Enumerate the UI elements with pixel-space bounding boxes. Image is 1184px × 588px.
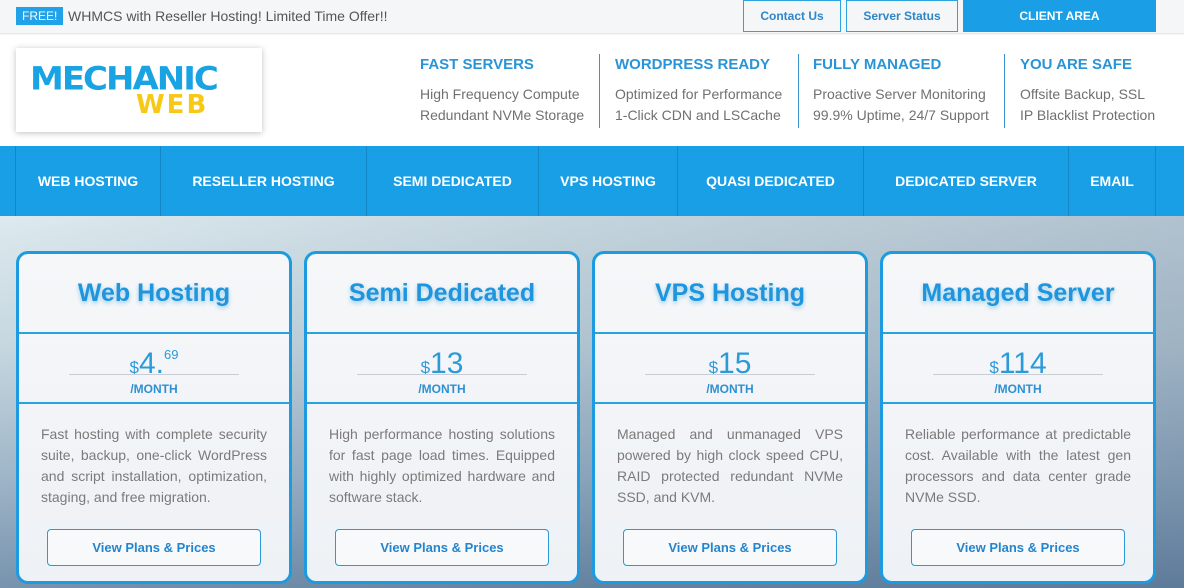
feature-fully-managed: FULLY MANAGED Proactive Server Monitorin… (813, 55, 989, 126)
plan-title: VPS Hosting (595, 254, 865, 334)
plan-card-managed-server: Managed Server $114 /MONTH Reliable perf… (880, 251, 1156, 584)
feature-you-are-safe: YOU ARE SAFE Offsite Backup, SSL IP Blac… (1020, 55, 1155, 126)
feature-title: FAST SERVERS (420, 56, 534, 73)
feature-line: IP Blacklist Protection (1020, 107, 1156, 123)
nav-vps-hosting[interactable]: VPS HOSTING (539, 146, 678, 216)
price-period: /MONTH (706, 382, 754, 396)
nav-dedicated-server[interactable]: DEDICATED SERVER (864, 146, 1069, 216)
plan-price: $114 /MONTH (883, 334, 1153, 404)
plan-description: High performance hosting solutions for f… (329, 426, 555, 505)
plan-price: $13 /MONTH (307, 334, 577, 404)
plan-card-web-hosting: Web Hosting $4.69 /MONTH Fast hosting wi… (16, 251, 292, 584)
price-divider (69, 374, 239, 375)
price-amount: 114 (998, 347, 1047, 380)
main-nav: WEB HOSTING RESELLER HOSTING SEMI DEDICA… (0, 146, 1184, 216)
price-amount: 4. (138, 347, 165, 380)
plan-card-semi-dedicated: Semi Dedicated $13 /MONTH High performan… (304, 251, 580, 584)
feature-title: YOU ARE SAFE (1020, 56, 1132, 73)
nav-semi-dedicated[interactable]: SEMI DEDICATED (367, 146, 539, 216)
plan-title: Semi Dedicated (307, 254, 577, 334)
plan-description: Reliable performance at predictable cost… (905, 426, 1131, 505)
header: MECHANIC WEB FAST SERVERS High Frequency… (0, 35, 1184, 146)
price-period: /MONTH (994, 382, 1042, 396)
feature-line: Redundant NVMe Storage (420, 107, 585, 123)
top-bar: FREE! WHMCS with Reseller Hosting! Limit… (0, 0, 1184, 34)
feature-title: FULLY MANAGED (813, 56, 942, 73)
view-plans-button[interactable]: View Plans & Prices (623, 529, 837, 566)
plan-description: Managed and unmanaged VPS powered by hig… (617, 426, 843, 505)
logo-text-web: WEB (136, 90, 209, 120)
plan-title: Managed Server (883, 254, 1153, 334)
feature-title: WORDPRESS READY (615, 56, 771, 73)
price-amount: 13 (430, 347, 464, 380)
nav-spacer (0, 146, 16, 216)
divider (798, 54, 799, 128)
plan-description: Fast hosting with complete security suit… (41, 426, 267, 505)
feature-line: Proactive Server Monitoring (813, 86, 986, 102)
price-period: /MONTH (130, 382, 178, 396)
free-badge: FREE! (16, 7, 64, 25)
view-plans-button[interactable]: View Plans & Prices (335, 529, 549, 566)
view-plans-button[interactable]: View Plans & Prices (911, 529, 1125, 566)
feature-line: 99.9% Uptime, 24/7 Support (813, 107, 989, 123)
server-status-button[interactable]: Server Status (846, 0, 958, 32)
plan-price: $15 /MONTH (595, 334, 865, 404)
divider (599, 54, 600, 128)
price-divider (933, 374, 1103, 375)
plan-card-vps-hosting: VPS Hosting $15 /MONTH Managed and unman… (592, 251, 868, 584)
feature-line: High Frequency Compute (420, 86, 580, 102)
price-cents: 69 (164, 347, 179, 362)
feature-line: Optimized for Performance (615, 86, 783, 102)
nav-web-hosting[interactable]: WEB HOSTING (16, 146, 161, 216)
feature-line: 1-Click CDN and LSCache (615, 107, 781, 123)
price-divider (357, 374, 527, 375)
promo-text[interactable]: WHMCS with Reseller Hosting! Limited Tim… (68, 7, 388, 25)
nav-email[interactable]: EMAIL (1069, 146, 1156, 216)
divider (1004, 54, 1005, 128)
contact-us-button[interactable]: Contact Us (743, 0, 841, 32)
feature-fast-servers: FAST SERVERS High Frequency Compute Redu… (420, 55, 584, 126)
nav-reseller-hosting[interactable]: RESELLER HOSTING (161, 146, 367, 216)
price-amount: 15 (718, 347, 752, 380)
plan-price: $4.69 /MONTH (19, 334, 289, 404)
feature-line: Offsite Backup, SSL (1020, 86, 1146, 102)
view-plans-button[interactable]: View Plans & Prices (47, 529, 261, 566)
price-period: /MONTH (418, 382, 466, 396)
feature-wordpress-ready: WORDPRESS READY Optimized for Performanc… (615, 55, 782, 126)
client-area-button[interactable]: CLIENT AREA (963, 0, 1156, 32)
nav-quasi-dedicated[interactable]: QUASI DEDICATED (678, 146, 864, 216)
logo[interactable]: MECHANIC WEB (16, 48, 262, 132)
plan-title: Web Hosting (19, 254, 289, 334)
price-divider (645, 374, 815, 375)
